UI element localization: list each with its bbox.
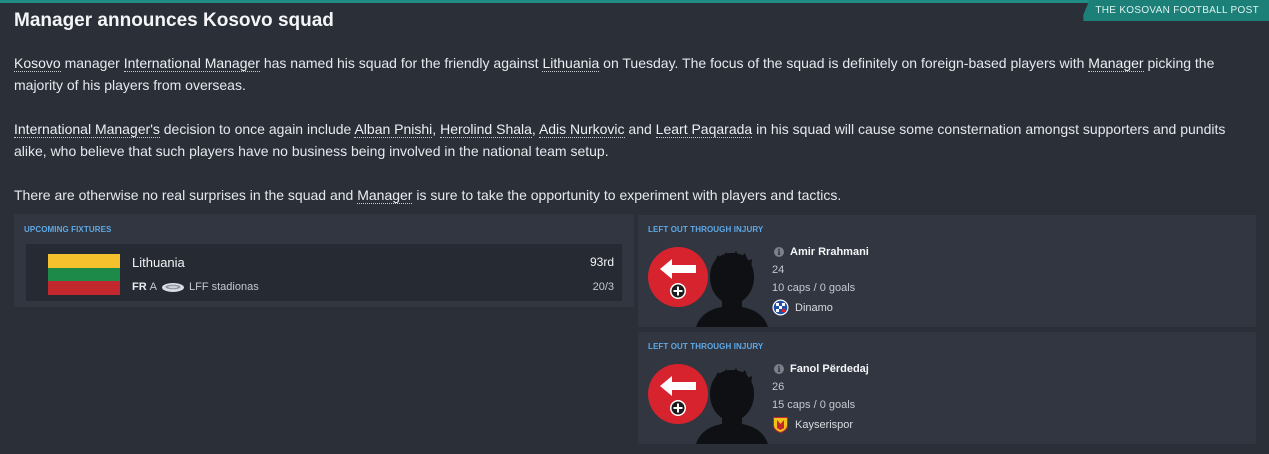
fixture-meta: FR A LFF stadionas [132,281,259,293]
stadium-icon [162,282,185,292]
link-lithuania[interactable]: Lithuania [542,55,600,72]
player-club-row[interactable]: Dinamo [772,299,833,316]
injury-card: LEFT OUT THROUGH INJURY i Fanol Përdedaj… [638,332,1256,444]
player-club[interactable]: Dinamo [795,302,833,314]
panel-label: LEFT OUT THROUGH INJURY [648,225,764,234]
upcoming-fixtures-panel: UPCOMING FIXTURES Lithuania 93rd FR A LF… [14,214,634,307]
fixture-row[interactable]: Lithuania 93rd FR A LFF stadionas 20/3 [26,244,622,301]
source-tag: THE KOSOVAN FOOTBALL POST [1083,0,1269,21]
fixture-competition: FR [132,281,147,293]
text-segment: is sure to take the opportunity to exper… [412,187,842,203]
text-segment: , [531,121,539,137]
panel-label: LEFT OUT THROUGH INJURY [648,342,764,351]
link-manager[interactable]: Manager [1088,55,1144,72]
player-caps: 15 caps / 0 goals [772,399,856,411]
injury-card: LEFT OUT THROUGH INJURY i Amir Rrahmani … [638,215,1256,327]
link-herolind-shala[interactable]: Herolind Shala [440,121,532,138]
player-name[interactable]: Amir Rrahmani [790,246,869,258]
article-body: Kosovo manager International Manager has… [14,52,1259,228]
text-segment: has named his squad for the friendly aga… [259,55,543,71]
injury-arrow-icon [648,364,708,424]
link-kosovo[interactable]: Kosovo [14,55,61,72]
link-international-manager[interactable]: International Manager [123,55,260,72]
text-segment: on Tuesday. The focus of the squad is de… [599,55,1089,71]
article-paragraph-2: International Manager's decision to once… [14,118,1259,162]
headline: Manager announces Kosovo squad [14,10,334,31]
lithuania-flag-icon [48,254,120,295]
fixture-date: 20/3 [592,281,614,293]
panel-label: UPCOMING FIXTURES [24,225,112,234]
article-paragraph-1: Kosovo manager International Manager has… [14,52,1259,96]
link-manager[interactable]: Manager [357,187,413,204]
kayserispor-badge-icon [773,417,788,433]
injury-arrow-icon [648,247,708,307]
link-alban-pnishi[interactable]: Alban Pnishi [354,121,433,138]
player-age: 26 [772,381,785,393]
text-segment: decision to once again include [159,121,355,137]
player-age: 24 [772,264,785,276]
player-caps: 10 caps / 0 goals [772,282,856,294]
info-icon[interactable]: i [774,364,784,374]
info-icon[interactable]: i [774,247,784,257]
link-international-manager[interactable]: International Manager's [14,121,160,138]
fixture-opponent-rank: 93rd [589,255,614,269]
text-segment: , [432,121,441,137]
player-name-row[interactable]: i Amir Rrahmani [774,246,869,258]
dinamo-badge-icon [772,299,789,316]
fixture-opponent[interactable]: Lithuania [132,255,185,270]
fixture-venue-type: A [149,281,158,293]
player-name[interactable]: Fanol Përdedaj [790,363,869,375]
player-club[interactable]: Kayserispor [795,419,853,431]
article-paragraph-3: There are otherwise no real surprises in… [14,184,1259,206]
text-segment: manager [60,55,124,71]
fixture-stadium[interactable]: LFF stadionas [189,281,259,293]
player-club-row[interactable]: Kayserispor [772,416,853,433]
text-segment: There are otherwise no real surprises in… [14,187,358,203]
player-name-row[interactable]: i Fanol Përdedaj [774,363,869,375]
link-leart-paqarada[interactable]: Leart Paqarada [655,121,753,138]
text-segment: and [624,121,656,137]
link-adis-nurkovic[interactable]: Adis Nurkovic [538,121,625,138]
top-accent-bar [0,0,1269,3]
